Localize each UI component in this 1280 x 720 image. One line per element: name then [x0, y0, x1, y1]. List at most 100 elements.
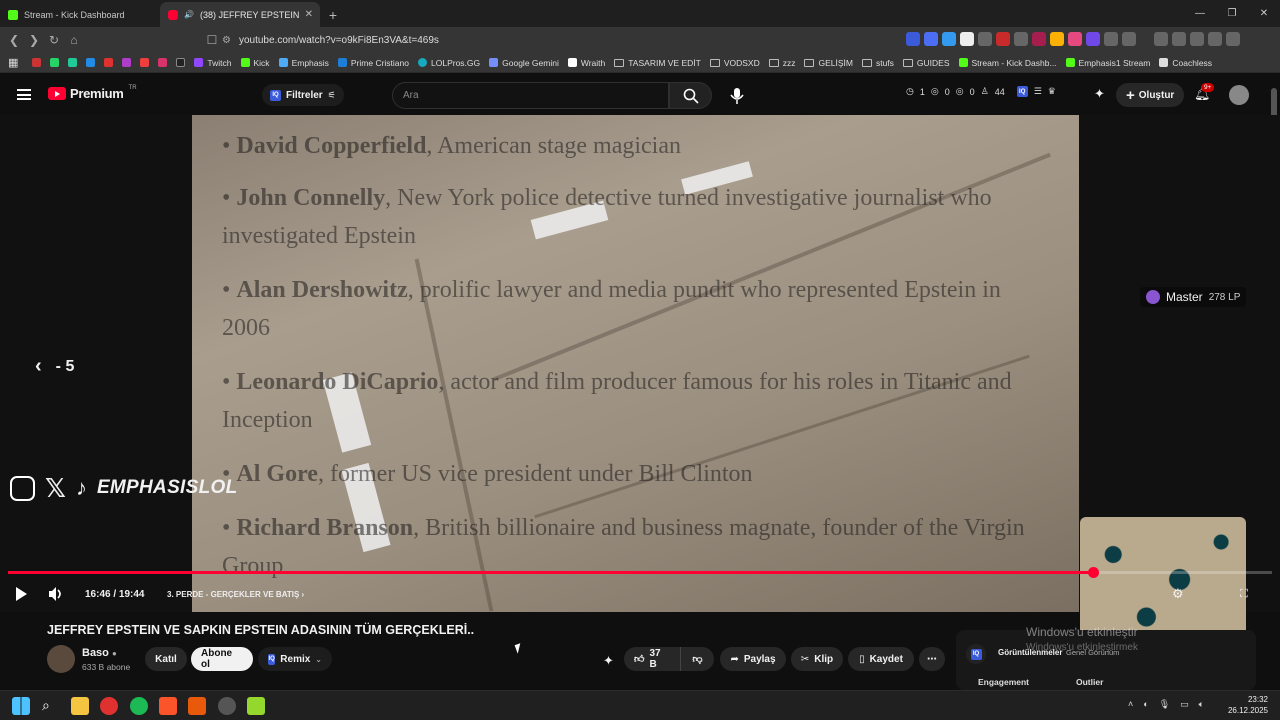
- home-button[interactable]: ⌂: [64, 33, 84, 47]
- like-button[interactable]: 👍︎ 37 B: [624, 647, 680, 671]
- volume-button[interactable]: [48, 586, 64, 602]
- extension-icon[interactable]: [942, 32, 956, 46]
- game-icon[interactable]: ✦: [603, 653, 614, 669]
- bookmark-folder[interactable]: VODSXD: [709, 58, 760, 68]
- extension-icon[interactable]: [906, 32, 920, 46]
- brave-icon[interactable]: [159, 697, 177, 715]
- progress-bar[interactable]: [8, 567, 1272, 578]
- share-button[interactable]: ➦ Paylaş: [720, 647, 786, 671]
- bookmark-tiktok[interactable]: [176, 58, 186, 67]
- channel-avatar[interactable]: [47, 645, 75, 673]
- bookmark-gmail[interactable]: [104, 58, 114, 67]
- bookmark-youtube[interactable]: [32, 58, 42, 67]
- list-icon[interactable]: ☰: [1034, 86, 1042, 97]
- extension-icon[interactable]: [924, 32, 938, 46]
- progress-scrubber[interactable]: [1088, 567, 1100, 578]
- volume-tray-icon[interactable]: 🔈︎: [1199, 699, 1204, 710]
- url-field[interactable]: ⚙ youtube.com/watch?v=o9kFi8En3VA&t=469s: [222, 30, 762, 50]
- close-tab-icon[interactable]: ✕: [305, 9, 313, 20]
- game-icon[interactable]: ✦: [1094, 86, 1105, 102]
- bookmark-prime-cristiano[interactable]: Prime Cristiano: [337, 58, 409, 68]
- bookmark-folder[interactable]: GELİŞİM: [804, 58, 853, 68]
- bookmark-emphasis1-stream[interactable]: Emphasis1 Stream: [1065, 58, 1150, 68]
- sidebar-icon[interactable]: [1172, 32, 1186, 46]
- menu-icon[interactable]: [1226, 32, 1240, 46]
- maximize-button[interactable]: ❐: [1216, 0, 1248, 27]
- extension-icon[interactable]: [978, 32, 992, 46]
- ai-icon[interactable]: [1190, 32, 1204, 46]
- system-clock[interactable]: 23:32 26.12.2025: [1226, 694, 1268, 716]
- chevron-up-icon[interactable]: ˄: [1128, 699, 1133, 710]
- bookmark-kick[interactable]: Kick: [240, 58, 270, 68]
- extension-icon[interactable]: [1068, 32, 1082, 46]
- voice-search-button[interactable]: [724, 82, 749, 109]
- back-button[interactable]: ❮: [4, 33, 24, 47]
- close-window-button[interactable]: ✕: [1248, 0, 1280, 27]
- chrome-icon[interactable]: [100, 697, 118, 715]
- forward-button[interactable]: ❯: [24, 33, 44, 47]
- bookmark-folder[interactable]: zzz: [768, 58, 795, 68]
- bookmark-folder[interactable]: stufs: [861, 58, 894, 68]
- tab-youtube-video[interactable]: 🔊 (38) JEFFREY EPSTEIN VE SAPK ✕: [160, 2, 320, 27]
- app-icon[interactable]: [218, 697, 236, 715]
- extension-icon[interactable]: [1086, 32, 1100, 46]
- apps-icon[interactable]: ▦: [8, 56, 18, 69]
- trophy-icon[interactable]: ♛: [1048, 86, 1056, 97]
- reload-button[interactable]: ↻: [44, 33, 64, 47]
- mic-tray-icon[interactable]: 🎙︎: [1159, 699, 1170, 710]
- more-actions-button[interactable]: ⋯: [919, 647, 945, 671]
- bookmark-emphasis[interactable]: Emphasis: [278, 58, 329, 68]
- spotify-icon[interactable]: [130, 697, 148, 715]
- network-icon[interactable]: ▭: [1180, 699, 1189, 710]
- bookmark-folder[interactable]: GUIDES: [902, 58, 950, 68]
- filters-button[interactable]: IQ Filtreler ⚟: [262, 84, 344, 106]
- dislike-button[interactable]: 👎︎: [680, 647, 714, 671]
- extension-icon[interactable]: [960, 32, 974, 46]
- search-input[interactable]: Ara: [392, 82, 669, 109]
- channel-name[interactable]: Baso ●: [82, 647, 117, 659]
- account-avatar[interactable]: [1229, 85, 1249, 105]
- remix-button[interactable]: IQ Remix ⌄: [258, 647, 332, 671]
- search-icon[interactable]: ⌕: [42, 697, 60, 715]
- bookmark-folder[interactable]: TASARIM VE EDİT: [614, 58, 701, 68]
- bookmark-icon[interactable]: ☐: [202, 33, 222, 47]
- youtube-premium-logo[interactable]: Premium TR: [48, 85, 137, 101]
- bookmark-app[interactable]: [68, 58, 78, 67]
- iq-icon[interactable]: IQ: [966, 644, 986, 664]
- extension-icon[interactable]: [1050, 32, 1064, 46]
- clip-button[interactable]: ✂ Klip: [791, 647, 843, 671]
- settings-button[interactable]: ⚙: [1172, 586, 1184, 602]
- subscribe-button[interactable]: Abone ol: [191, 647, 253, 671]
- music-icon[interactable]: [1154, 32, 1168, 46]
- create-button[interactable]: + Oluştur: [1116, 83, 1185, 107]
- extension-icon[interactable]: [1032, 32, 1046, 46]
- bookmark-app[interactable]: [122, 58, 132, 67]
- minimize-button[interactable]: —: [1184, 0, 1216, 27]
- bookmark-twitch[interactable]: Twitch: [194, 58, 232, 68]
- new-tab-button[interactable]: +: [320, 2, 346, 27]
- app-icon[interactable]: [188, 697, 206, 715]
- bookmark-gemini[interactable]: Google Gemini: [489, 58, 559, 68]
- save-button[interactable]: ▯ Kaydet: [848, 647, 914, 671]
- bookmark-kick-dashboard[interactable]: Stream - Kick Dashb...: [958, 58, 1057, 68]
- app-tray-icon[interactable]: ◐: [1143, 699, 1148, 710]
- extension-icon[interactable]: [996, 32, 1010, 46]
- video-player[interactable]: • David Copperfield, American stage magi…: [0, 115, 1280, 642]
- bookmark-lolpros[interactable]: LOLPros.GG: [418, 58, 480, 68]
- iq-icon[interactable]: IQ: [1016, 86, 1028, 97]
- bookmark-instagram[interactable]: [158, 58, 168, 67]
- extension-icon[interactable]: [1014, 32, 1028, 46]
- join-button[interactable]: Katıl: [145, 647, 187, 671]
- file-explorer-icon[interactable]: [71, 697, 89, 715]
- app-icon[interactable]: [247, 697, 265, 715]
- search-button[interactable]: [669, 82, 712, 109]
- play-button[interactable]: [14, 586, 28, 602]
- bookmark-coachless[interactable]: Coachless: [1159, 58, 1212, 68]
- bookmark-app[interactable]: [86, 58, 96, 67]
- extension-icon[interactable]: [1122, 32, 1136, 46]
- puzzle-icon[interactable]: [1104, 32, 1118, 46]
- chapter-button[interactable]: 3. PERDE - GERÇEKLER VE BATIŞ ›: [167, 590, 304, 599]
- hamburger-menu-icon[interactable]: [17, 89, 31, 100]
- bookmark-wraith[interactable]: Wraith: [567, 58, 605, 68]
- video-frame[interactable]: • David Copperfield, American stage magi…: [192, 115, 1079, 612]
